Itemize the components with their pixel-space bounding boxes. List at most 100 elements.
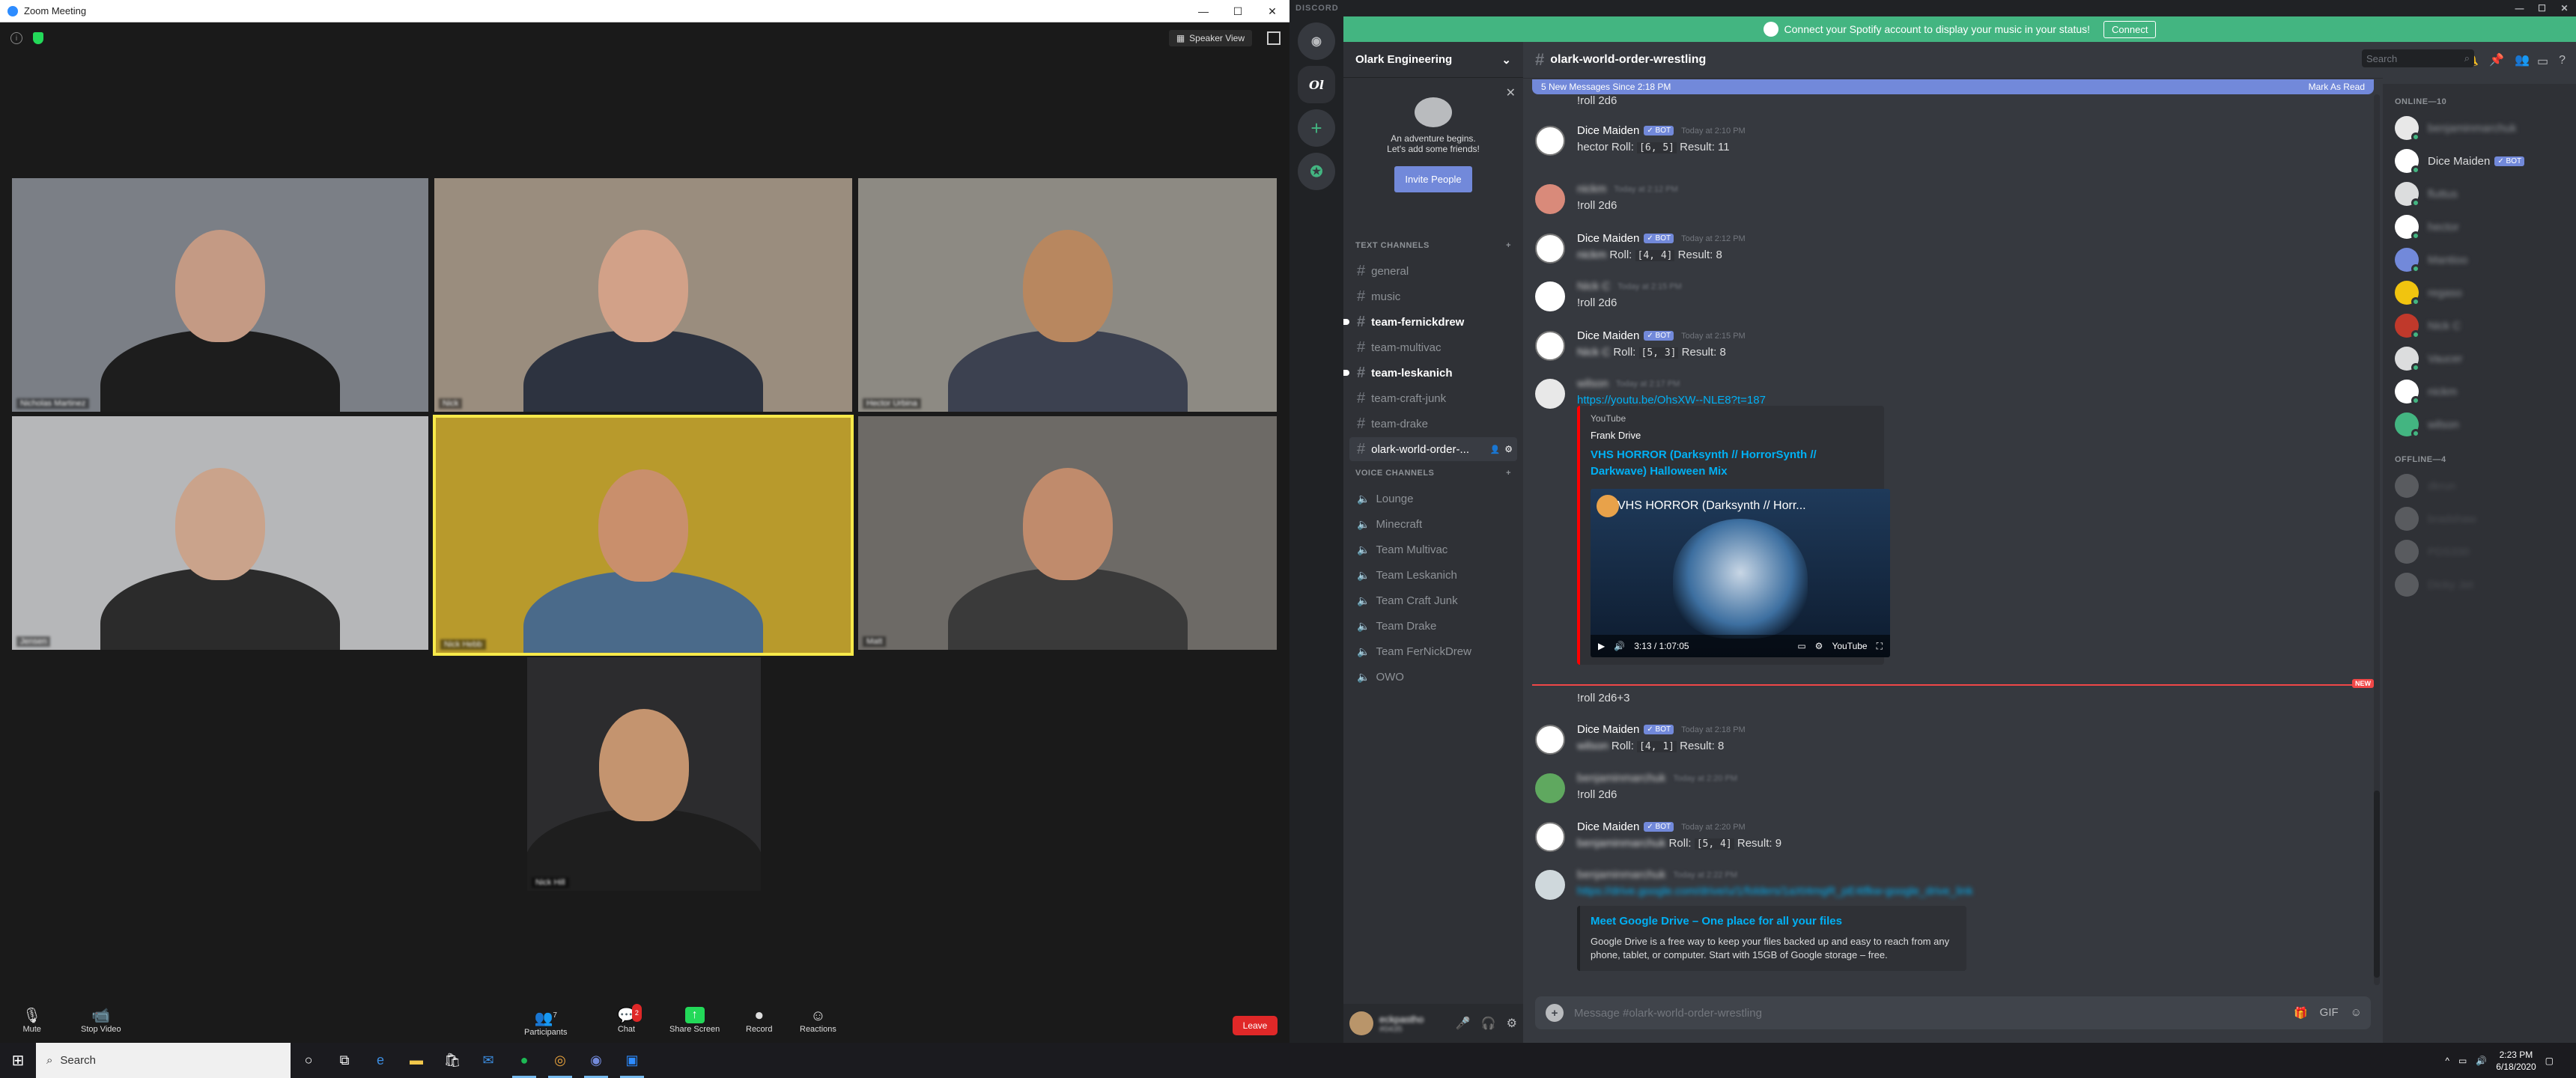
message-input[interactable]: + Message #olark-world-order-wrestling 🎁… <box>1535 996 2371 1029</box>
speaker-view-button[interactable]: ▦ Speaker View <box>1168 30 1252 46</box>
headphones-icon[interactable]: 🎧 <box>1481 1016 1496 1031</box>
user-avatar[interactable] <box>1535 870 1565 900</box>
member-item[interactable]: Dice Maiden ✓ BOT <box>2389 145 2569 177</box>
voice-channel-item[interactable]: 🔈 Team Multivac <box>1349 538 1517 561</box>
member-item[interactable]: dkrun <box>2389 470 2569 502</box>
explore-compass-icon[interactable]: ✪ <box>1298 153 1335 190</box>
stop-video-button[interactable]: 📹 Stop Video <box>81 1007 121 1034</box>
channel-item-team-multivac[interactable]: # team-multivac <box>1349 335 1517 359</box>
embed-author[interactable]: Frank Drive <box>1591 430 1874 441</box>
minimize-icon[interactable]: — <box>1186 0 1221 22</box>
channel-item-team-leskanich[interactable]: # team-leskanich <box>1343 361 1517 385</box>
participant-video-tile[interactable]: Matt <box>857 415 1278 651</box>
volume-icon[interactable]: 🔊 <box>2476 1056 2487 1066</box>
user-avatar[interactable] <box>1535 126 1565 156</box>
cortana-icon[interactable]: ○ <box>291 1043 326 1078</box>
message-author[interactable]: Dice Maiden <box>1577 723 1639 736</box>
participant-video-tile[interactable]: Hector Urbina <box>857 177 1278 413</box>
pin-icon[interactable]: 📌 <box>2489 52 2504 67</box>
message-author[interactable]: wilson <box>1577 377 1609 390</box>
spotify-connect-button[interactable]: Connect <box>2103 20 2157 38</box>
discord-taskbar-icon[interactable]: ◉ <box>578 1043 614 1078</box>
user-avatar[interactable] <box>1535 234 1565 264</box>
chat-button[interactable]: 💬 2 Chat <box>617 1004 642 1034</box>
clock[interactable]: 2:23 PM 6/18/2020 <box>2496 1049 2536 1073</box>
user-avatar[interactable] <box>1535 331 1565 361</box>
user-avatar[interactable] <box>1535 822 1565 852</box>
voice-channel-item[interactable]: 🔈 OWO <box>1349 665 1517 689</box>
voice-channel-item[interactable]: 🔈 Team Leskanich <box>1349 563 1517 587</box>
meeting-info-icon[interactable]: i <box>10 32 22 44</box>
user-avatar[interactable] <box>1535 725 1565 755</box>
emoji-icon[interactable]: ☺ <box>2351 1006 2362 1020</box>
member-item[interactable]: Dicky Jet <box>2389 569 2569 600</box>
close-icon[interactable]: ✕ <box>1255 0 1289 22</box>
voice-channel-item[interactable]: 🔈 Minecraft <box>1349 512 1517 536</box>
close-icon[interactable]: ✕ <box>1506 85 1516 100</box>
share-screen-button[interactable]: ↑ Share Screen <box>669 1007 720 1034</box>
channel-item-music[interactable]: # music <box>1349 284 1517 308</box>
add-server-icon[interactable]: + <box>1298 109 1335 147</box>
channel-item-team-fernickdrew[interactable]: # team-fernickdrew <box>1343 310 1517 334</box>
zoom-taskbar-icon[interactable]: ▣ <box>614 1043 650 1078</box>
message-author[interactable]: nickm <box>1577 183 1606 195</box>
message-author[interactable]: Dice Maiden <box>1577 329 1639 342</box>
message-author[interactable]: Nick C <box>1577 280 1610 293</box>
encryption-shield-icon[interactable] <box>33 32 43 44</box>
voice-channel-item[interactable]: 🔈 Team Drake <box>1349 614 1517 638</box>
microphone-icon[interactable]: 🎤 <box>1456 1016 1471 1031</box>
mail-icon[interactable]: ✉ <box>470 1043 506 1078</box>
embed-title[interactable]: Meet Google Drive – One place for all yo… <box>1591 915 1956 928</box>
user-avatar[interactable] <box>1535 184 1565 214</box>
participants-button[interactable]: 👥7 Participants <box>524 1007 567 1037</box>
channel-item-olark-world-order-[interactable]: # olark-world-order-... 👤 ⚙ <box>1349 437 1517 461</box>
task-view-icon[interactable]: ⧉ <box>326 1043 362 1078</box>
participant-video-tile[interactable]: Nick Hill <box>526 656 762 892</box>
member-item[interactable]: Mantioo <box>2389 244 2569 275</box>
user-avatar[interactable] <box>1535 379 1565 409</box>
members-icon[interactable]: 👥 <box>2515 52 2530 67</box>
leave-meeting-button[interactable]: Leave <box>1233 1016 1278 1035</box>
voice-channel-item[interactable]: 🔈 Team FerNickDrew <box>1349 639 1517 663</box>
participant-video-tile[interactable]: Nick Hebb <box>433 415 854 656</box>
message-author[interactable]: benjaminmarchuk <box>1577 772 1665 785</box>
participant-video-tile[interactable]: Nicholas Martinez <box>10 177 430 413</box>
chevron-up-icon[interactable]: ^ <box>2445 1056 2449 1066</box>
member-item[interactable]: regaso <box>2389 277 2569 308</box>
member-item[interactable]: bradshaw <box>2389 503 2569 535</box>
voice-channels-category[interactable]: VOICE CHANNELS + <box>1355 469 1511 478</box>
message-link[interactable]: https://youtu.be/OhsXW--NLE8?t=187 <box>1577 394 1766 406</box>
notifications-icon[interactable]: ▢ <box>2545 1056 2554 1066</box>
olark-server-icon[interactable]: Ol <box>1298 66 1335 103</box>
text-channels-category[interactable]: TEXT CHANNELS + <box>1355 241 1511 250</box>
message-author[interactable]: Dice Maiden <box>1577 124 1639 137</box>
home-discord-icon[interactable]: ◉ <box>1298 22 1335 60</box>
user-avatar[interactable] <box>1535 281 1565 311</box>
add-member-icon[interactable]: 👤 <box>1490 445 1501 454</box>
edge-icon[interactable]: e <box>362 1043 398 1078</box>
gift-icon[interactable]: 🎁 <box>2294 1006 2308 1020</box>
maximize-icon[interactable]: ☐ <box>1221 0 1255 22</box>
channel-item-team-craft-junk[interactable]: # team-craft-junk <box>1349 386 1517 410</box>
scrollbar-thumb[interactable] <box>2374 791 2380 978</box>
channel-item-general[interactable]: # general <box>1349 259 1517 283</box>
server-header[interactable]: Olark Engineering ⌄ <box>1343 42 1523 78</box>
mute-button[interactable]: 🎙 Mute <box>22 1007 41 1034</box>
network-icon[interactable]: ▭ <box>2458 1056 2467 1066</box>
user-avatar[interactable] <box>1349 1011 1373 1035</box>
message-author[interactable]: benjaminmarchuk <box>1577 868 1665 881</box>
invite-people-button[interactable]: Invite People <box>1394 166 1472 192</box>
fullscreen-icon[interactable]: ⛶ <box>1877 641 1883 652</box>
new-messages-bar[interactable]: 5 New Messages Since 2:18 PM Mark As Rea… <box>1532 79 2374 94</box>
store-icon[interactable]: 🛍 <box>434 1043 470 1078</box>
mark-as-read-button[interactable]: Mark As Read <box>2309 82 2365 92</box>
member-item[interactable]: nickm <box>2389 376 2569 407</box>
fullscreen-icon[interactable] <box>1267 31 1281 45</box>
message-link[interactable]: https://drive.google.com/drive/u/1/folde… <box>1577 885 1973 898</box>
windows-start-icon[interactable]: ⊞ <box>0 1043 36 1078</box>
gear-icon[interactable]: ⚙ <box>1504 444 1513 454</box>
chat-scrollbar[interactable] <box>2374 94 2380 985</box>
message-author[interactable]: Dice Maiden <box>1577 820 1639 833</box>
member-item[interactable]: PDS330 <box>2389 536 2569 567</box>
participant-video-tile[interactable]: Jensen <box>10 415 430 651</box>
